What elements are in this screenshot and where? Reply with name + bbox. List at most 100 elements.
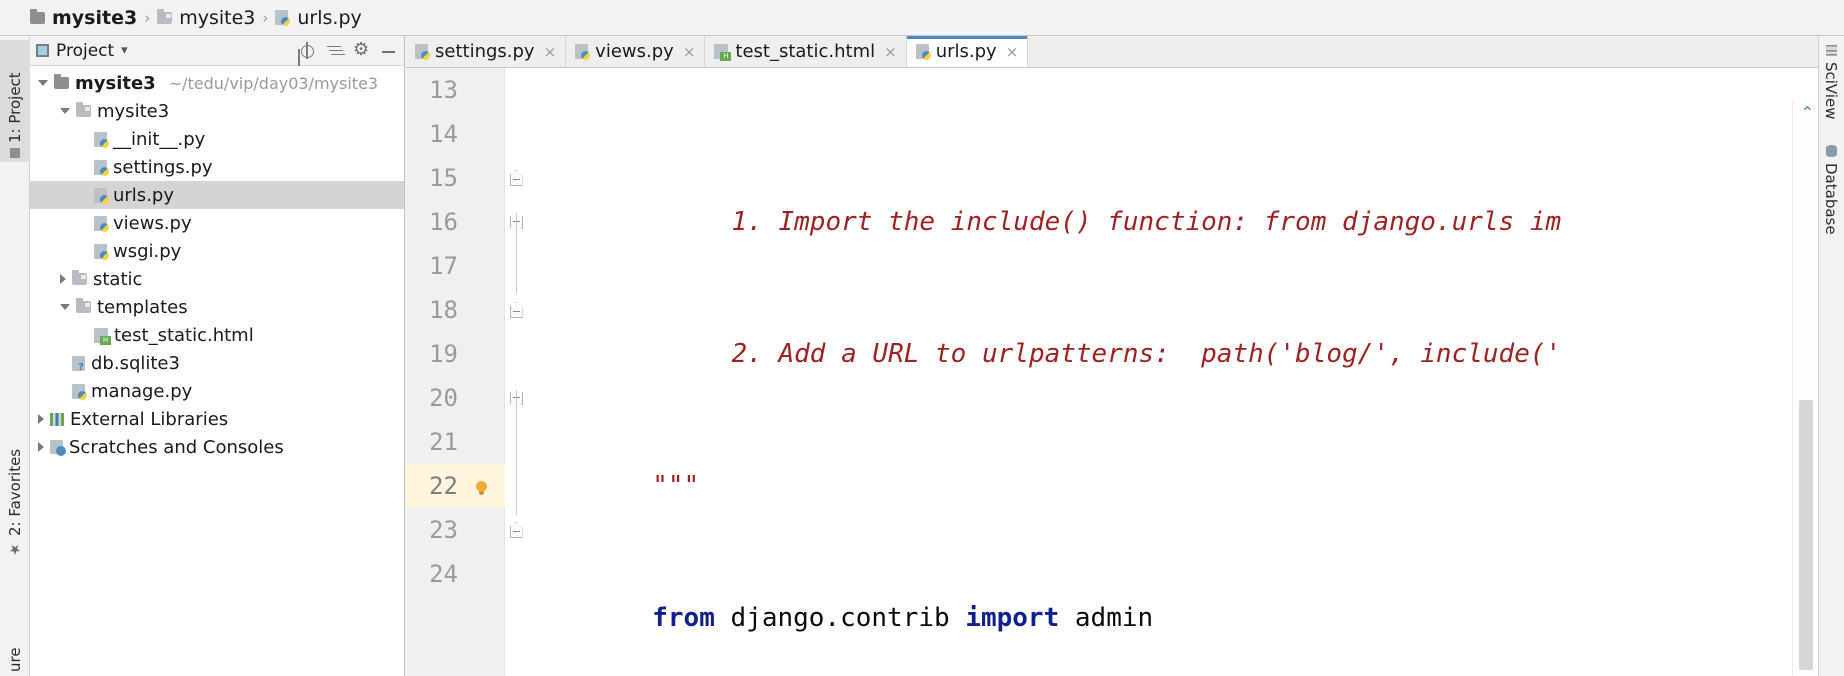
fold-cap-icon <box>509 302 523 318</box>
chevron-down-icon[interactable] <box>60 108 70 114</box>
hide-panel-icon[interactable] <box>378 41 398 61</box>
close-icon[interactable]: × <box>683 43 696 61</box>
breadcrumb: mysite3 › mysite3 › urls.py <box>0 0 1844 36</box>
tree-item-path: ~/tedu/vip/day03/mysite3 <box>168 73 379 93</box>
project-tree: mysite3 ~/tedu/vip/day03/mysite3 mysite3 __… <box>30 66 404 461</box>
line-number-18: 18 <box>429 296 458 324</box>
tree-item-mysite3[interactable]: mysite3 <box>30 97 404 125</box>
chevron-down-icon[interactable] <box>38 80 48 86</box>
tree-item-mysite3[interactable]: mysite3 ~/tedu/vip/day03/mysite3 <box>30 69 404 97</box>
locate-in-tree-icon[interactable] <box>297 41 317 61</box>
database-file-icon <box>72 355 87 373</box>
line-number-15: 15 <box>429 164 458 192</box>
breadcrumb-item-project[interactable]: mysite3 <box>30 7 137 29</box>
sidebar-item-project[interactable]: 1: Project <box>0 40 30 162</box>
project-panel-title: Project <box>56 40 115 61</box>
editor-tab-urls-py[interactable]: urls.py × <box>906 36 1029 67</box>
tree-item-label: mysite3 <box>75 72 156 94</box>
project-view-icon <box>36 44 49 57</box>
sidebar-item-sciview[interactable]: SciView <box>1818 40 1844 136</box>
breadcrumb-separator: › <box>262 8 269 27</box>
line-number-17: 17 <box>429 252 458 280</box>
tree-item-label: wsgi.py <box>113 240 182 262</box>
chevron-right-icon[interactable] <box>38 442 44 452</box>
python-file-icon <box>94 187 109 204</box>
sidebar-item-structure[interactable]: ure <box>0 566 30 676</box>
project-tool-window: Project ▾ mysite3 ~/tedu/vip/day03/mysite… <box>30 36 405 676</box>
breadcrumb-item-file[interactable]: urls.py <box>275 7 362 29</box>
scrollbar-thumb[interactable] <box>1799 400 1813 670</box>
keyword-import: import <box>965 603 1060 633</box>
tree-item--init-py[interactable]: __init__.py <box>30 125 404 153</box>
tree-item-views-py[interactable]: views.py <box>30 209 404 237</box>
editor-vertical-scrollbar[interactable]: ⌃ <box>1792 100 1818 676</box>
tree-item-static[interactable]: static <box>30 265 404 293</box>
tree-item-label: manage.py <box>91 380 193 402</box>
code-line-13[interactable]: 1. Import the include() function: from d… <box>527 156 1818 237</box>
fold-cap-icon <box>509 522 523 538</box>
code-content[interactable]: 1. Import the include() function: from d… <box>527 68 1818 676</box>
tree-item-label: urls.py <box>113 184 174 206</box>
editor-gutter[interactable]: 13 14 15 16 17 18 19 20 21 22 23 24 <box>406 68 505 676</box>
chevron-right-icon[interactable] <box>60 274 66 284</box>
gear-icon[interactable] <box>351 39 371 61</box>
python-file-icon <box>94 159 109 176</box>
fold-marker-import-views[interactable] <box>505 288 527 332</box>
editor-tab-label: views.py <box>595 41 674 62</box>
python-file-icon <box>94 243 109 260</box>
python-file-icon <box>275 10 291 26</box>
database-icon <box>1825 145 1837 157</box>
fold-marker-docstring-end[interactable] <box>505 156 527 200</box>
editor-tab-label: test_static.html <box>735 41 876 62</box>
html-file-icon <box>94 327 111 345</box>
python-file-icon <box>72 383 87 400</box>
editor-tab-views-py[interactable]: views.py × <box>566 36 706 67</box>
line-number-14: 14 <box>429 120 458 148</box>
folder-icon <box>54 74 69 89</box>
tree-item-db-sqlite3[interactable]: db.sqlite3 <box>30 349 404 377</box>
lightbulb-icon[interactable] <box>472 464 490 508</box>
tree-item-label: db.sqlite3 <box>91 352 180 374</box>
line-number-16: 16 <box>429 208 458 236</box>
tree-item-label: mysite3 <box>97 100 170 122</box>
chevron-down-icon[interactable]: ▾ <box>121 43 128 58</box>
tree-item-label: __init__.py <box>113 128 206 150</box>
tree-item-scratches-and-consoles[interactable]: Scratches and Consoles <box>30 433 404 461</box>
tree-item-label: External Libraries <box>70 408 229 430</box>
line-number-20: 20 <box>429 384 458 412</box>
sidebar-item-database[interactable]: Database <box>1818 140 1844 250</box>
tree-item-wsgi-py[interactable]: wsgi.py <box>30 237 404 265</box>
tree-item-external-libraries[interactable]: External Libraries <box>30 405 404 433</box>
sidebar-item-favorites[interactable]: ★ 2: Favorites <box>0 411 30 561</box>
collapse-all-icon[interactable] <box>324 41 344 61</box>
tree-item-label: Scratches and Consoles <box>69 436 284 458</box>
tree-item-test-static-html[interactable]: test_static.html <box>30 321 404 349</box>
project-panel-header: Project ▾ <box>30 36 404 66</box>
close-icon[interactable]: × <box>544 43 557 61</box>
close-icon[interactable]: × <box>1006 43 1019 61</box>
chevron-down-icon[interactable] <box>60 304 70 310</box>
chevron-right-icon[interactable] <box>38 414 44 424</box>
module-name: django.contrib <box>714 603 966 633</box>
tree-item-templates[interactable]: templates <box>30 293 404 321</box>
breadcrumb-separator: › <box>144 8 151 27</box>
scratches-icon <box>50 440 66 456</box>
close-icon[interactable]: × <box>884 43 897 61</box>
tree-item-urls-py[interactable]: urls.py <box>30 181 404 209</box>
editor-tab-settings-py[interactable]: settings.py × <box>406 36 567 67</box>
code-line-15[interactable]: """ <box>527 420 1818 501</box>
tree-item-label: static <box>93 268 143 290</box>
left-tool-window-bar: 1: Project ★ 2: Favorites ure <box>0 36 30 676</box>
code-line-16[interactable]: from django.contrib import admin <box>527 552 1818 633</box>
editor-tab-label: settings.py <box>435 41 535 62</box>
line-number-19: 19 <box>429 340 458 368</box>
line-number-23: 23 <box>429 516 458 544</box>
code-line-14[interactable]: 2. Add a URL to urlpatterns: path('blog/… <box>527 288 1818 369</box>
tree-item-manage-py[interactable]: manage.py <box>30 377 404 405</box>
docstring-text: 1. Import the include() function: from d… <box>731 207 1562 237</box>
breadcrumb-item-package[interactable]: mysite3 <box>157 7 255 29</box>
tree-item-settings-py[interactable]: settings.py <box>30 153 404 181</box>
editor-tab-test-static-html[interactable]: test_static.html × <box>705 36 907 67</box>
analysis-status-icon[interactable]: ⌃ <box>1801 103 1814 122</box>
code-editor[interactable]: 13 14 15 16 17 18 19 20 21 22 23 24 1. Import the i… <box>406 68 1818 676</box>
